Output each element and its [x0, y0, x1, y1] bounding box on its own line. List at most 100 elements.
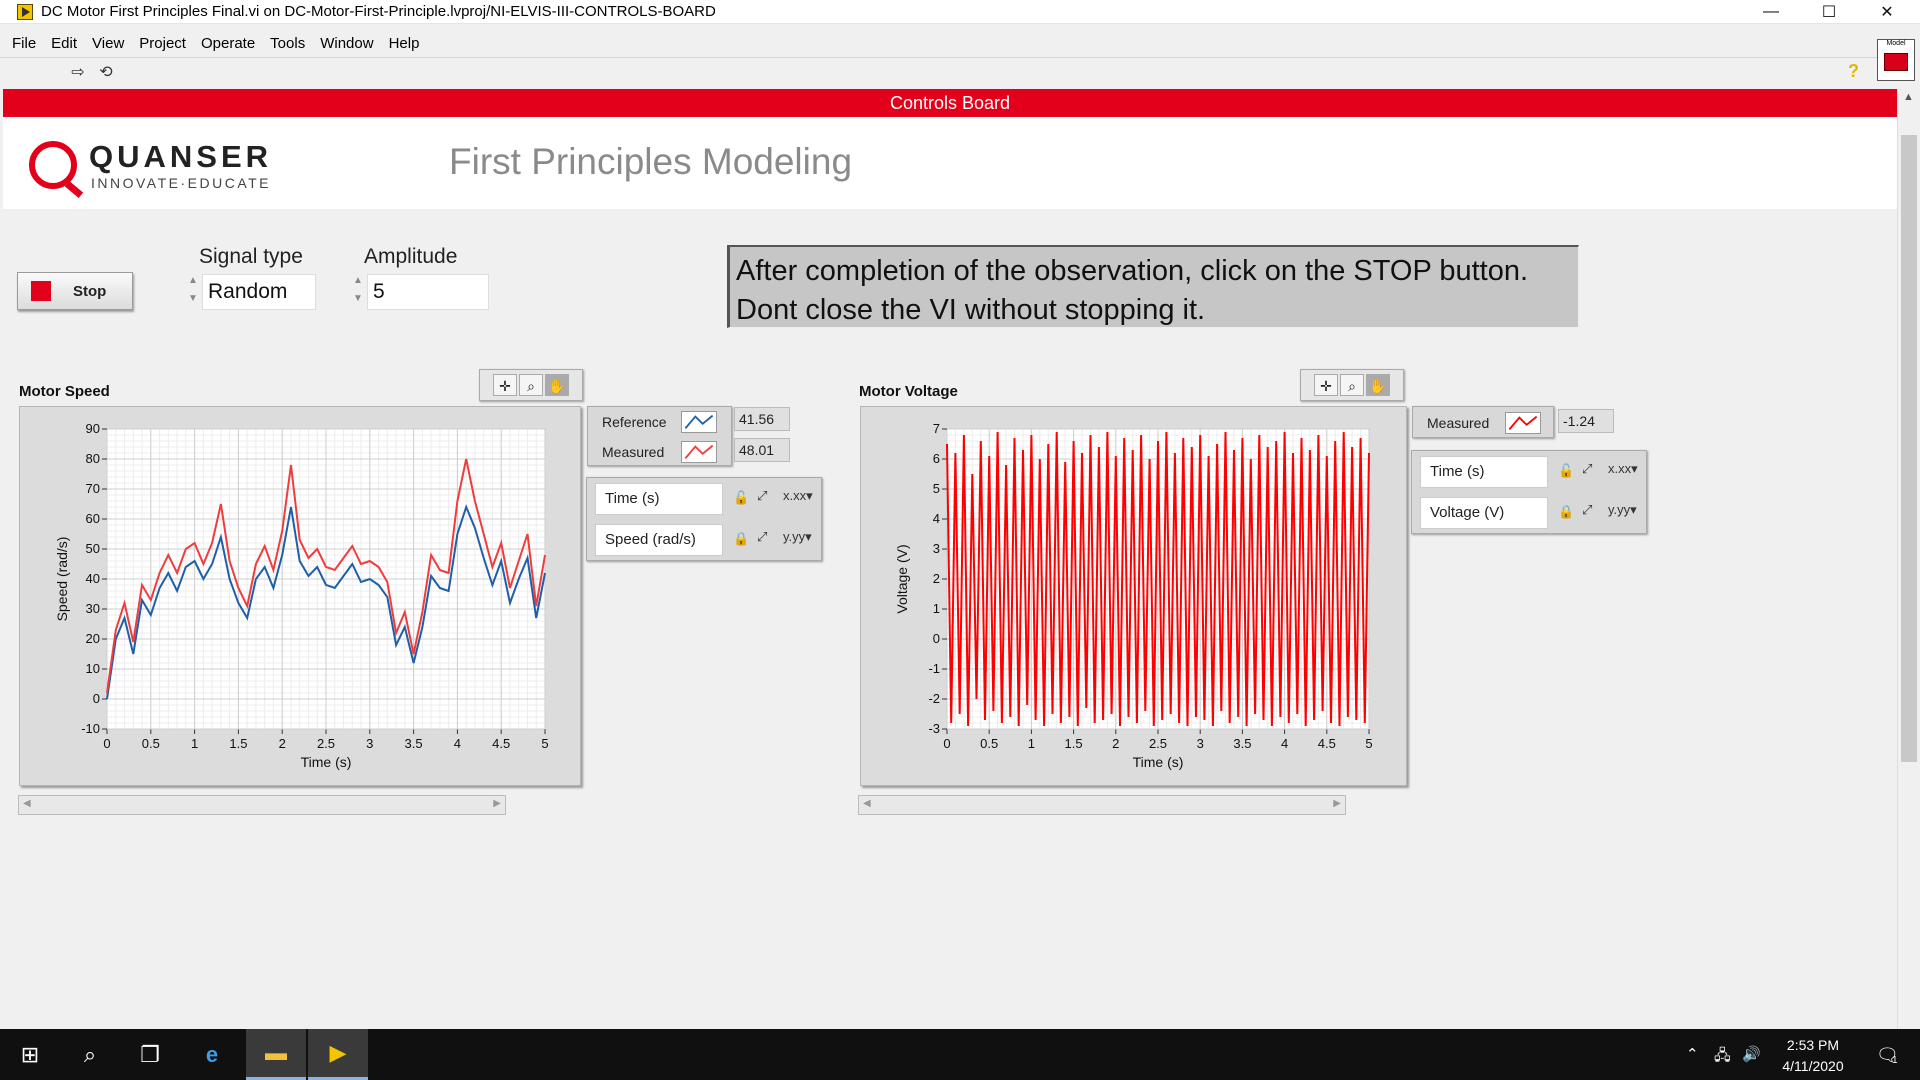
- legend-label: Reference: [602, 414, 667, 430]
- volume-icon[interactable]: 🔊: [1742, 1045, 1761, 1063]
- measured-voltage-value: -1.24: [1558, 409, 1614, 433]
- speed-graph-palette: ✛ ⌕ ✋: [479, 369, 583, 401]
- windows-start-icon[interactable]: ⊞: [0, 1029, 60, 1080]
- motor-voltage-title: Motor Voltage: [859, 383, 958, 400]
- speed-graph-hscroll[interactable]: ◀ ▶: [18, 795, 506, 815]
- zoom-tool-icon[interactable]: ⌕: [1340, 374, 1364, 396]
- close-button[interactable]: ✕: [1858, 0, 1916, 24]
- cursor-tool-icon[interactable]: ✛: [1314, 374, 1338, 396]
- signal-type-label: Signal type: [199, 245, 303, 268]
- amplitude-input[interactable]: 5: [367, 274, 489, 310]
- zoom-tool-icon[interactable]: ⌕: [519, 374, 543, 396]
- x-tick-label: 2.5: [1149, 736, 1167, 751]
- y-tick-label: 0: [93, 691, 100, 706]
- scroll-left-icon[interactable]: ◀: [23, 798, 31, 809]
- y-scale-name[interactable]: Speed (rad/s): [595, 524, 723, 556]
- y-tick-label: 30: [86, 601, 100, 616]
- menu-help[interactable]: Help: [383, 35, 429, 52]
- file-explorer-icon[interactable]: ▬: [246, 1029, 306, 1080]
- x-axis-label: Time (s): [301, 754, 352, 770]
- y-format-icon[interactable]: y.yy▾: [783, 529, 812, 545]
- instructions-box: After completion of the observation, cli…: [727, 245, 1579, 328]
- cursor-tool-icon[interactable]: ✛: [493, 374, 517, 396]
- y-tick-label: 6: [933, 451, 940, 466]
- menu-window[interactable]: Window: [314, 35, 382, 52]
- pan-tool-icon[interactable]: ✋: [1366, 374, 1390, 396]
- x-scale-name[interactable]: Time (s): [1420, 456, 1548, 488]
- y-tick-label: 1: [933, 601, 940, 616]
- x-scale-name[interactable]: Time (s): [595, 483, 723, 515]
- y-autoscale-icon[interactable]: ⤢: [757, 529, 767, 545]
- x-tick-label: 4.5: [1318, 736, 1336, 751]
- motor-speed-plot[interactable]: 0 0.5 1 1.5 2 2.5 3 3.5 4 4.5 5-100102030405060708…: [20, 407, 580, 785]
- network-icon[interactable]: 🖧: [1714, 1045, 1731, 1070]
- quanser-logo: QUANSER INNOVATE·EDUCATE: [29, 137, 299, 197]
- y-scale-lock-icon[interactable]: 🔒: [733, 531, 749, 547]
- x-tick-label: 2: [279, 736, 286, 751]
- y-scale-name[interactable]: Voltage (V): [1420, 497, 1548, 529]
- instructions-line-1: After completion of the observation, cli…: [736, 255, 1529, 287]
- y-autoscale-icon[interactable]: ⤢: [1582, 502, 1592, 518]
- show-hidden-icons-icon[interactable]: ⌃: [1686, 1045, 1699, 1063]
- x-tick-label: 0: [103, 736, 110, 751]
- scroll-right-icon[interactable]: ▶: [1333, 798, 1341, 809]
- x-tick-label: 3.5: [405, 736, 423, 751]
- windows-taskbar: ⊞ ⌕ ❐ e ▬ ▶ ⌃ 🖧 🔊 2:53 PM 4/11/2020 🗨 1: [0, 1029, 1920, 1080]
- scroll-up-icon[interactable]: ▲: [1903, 91, 1914, 103]
- stop-button[interactable]: Stop: [17, 272, 133, 310]
- minimize-button[interactable]: —: [1742, 0, 1800, 24]
- scrollbar-thumb[interactable]: [1901, 135, 1917, 762]
- measured-line-icon: [1505, 412, 1541, 434]
- signal-type-select[interactable]: Random: [202, 274, 316, 310]
- run-continuously-icon[interactable]: ⟲: [96, 64, 116, 82]
- measured-line-icon: [681, 441, 717, 463]
- search-icon[interactable]: ⌕: [60, 1029, 120, 1080]
- labview-taskbar-icon[interactable]: ▶: [308, 1029, 368, 1080]
- maximize-button[interactable]: ☐: [1800, 0, 1858, 24]
- clock-date: 4/11/2020: [1782, 1058, 1844, 1074]
- signal-type-spinner[interactable]: ▲ ▼: [186, 272, 200, 312]
- x-scale-lock-icon[interactable]: 🔓: [733, 490, 749, 506]
- x-format-icon[interactable]: x.xx▾: [783, 488, 813, 504]
- task-view-icon[interactable]: ❐: [120, 1029, 180, 1080]
- internet-explorer-icon[interactable]: e: [182, 1029, 242, 1080]
- vertical-scrollbar[interactable]: ▲: [1897, 89, 1919, 1029]
- x-autoscale-icon[interactable]: ⤢: [757, 488, 767, 504]
- x-tick-label: 2: [1112, 736, 1119, 751]
- menu-file[interactable]: File: [6, 35, 45, 52]
- scroll-right-icon[interactable]: ▶: [493, 798, 501, 809]
- motor-voltage-plot[interactable]: 0 0.5 1 1.5 2 2.5 3 3.5 4 4.5 5 -3 -2 -1 0 1 2 3 4 5 6 7 Time …: [861, 407, 1406, 785]
- x-format-icon[interactable]: x.xx▾: [1608, 461, 1638, 477]
- voltage-graph-hscroll[interactable]: ◀ ▶: [858, 795, 1346, 815]
- x-tick-label: 4: [454, 736, 461, 751]
- y-scale-lock-icon[interactable]: 🔒: [1558, 504, 1574, 520]
- menu-bar: File Edit View Project Operate Tools Win…: [0, 31, 1920, 55]
- measured-speed-value: 48.01: [734, 438, 790, 462]
- scroll-left-icon[interactable]: ◀: [863, 798, 871, 809]
- context-help-icon[interactable]: ?: [1848, 61, 1859, 82]
- x-scale-lock-icon[interactable]: 🔓: [1558, 463, 1574, 479]
- amplitude-spinner[interactable]: ▲ ▼: [351, 272, 365, 312]
- menu-project[interactable]: Project: [133, 35, 195, 52]
- y-axis-label: Speed (rad/s): [54, 537, 70, 622]
- y-format-icon[interactable]: y.yy▾: [1608, 502, 1637, 518]
- x-tick-label: 2.5: [317, 736, 335, 751]
- menu-edit[interactable]: Edit: [45, 35, 86, 52]
- x-tick-label: 1.5: [229, 736, 247, 751]
- y-tick-label: 50: [86, 541, 100, 556]
- menu-operate[interactable]: Operate: [195, 35, 264, 52]
- legend-row-reference[interactable]: Reference: [588, 407, 731, 437]
- legend-row-measured[interactable]: Measured: [1413, 408, 1553, 438]
- logo-tagline: INNOVATE·EDUCATE: [91, 175, 272, 191]
- y-tick-label: 80: [86, 451, 100, 466]
- x-tick-label: 3: [366, 736, 373, 751]
- x-autoscale-icon[interactable]: ⤢: [1582, 461, 1592, 477]
- window-titlebar: DC Motor First Principles Final.vi on DC…: [0, 0, 1920, 24]
- menu-tools[interactable]: Tools: [264, 35, 314, 52]
- run-arrow-icon[interactable]: ⇨: [68, 64, 88, 82]
- pan-tool-icon[interactable]: ✋: [545, 374, 569, 396]
- taskbar-clock[interactable]: 2:53 PM 4/11/2020: [1765, 1035, 1861, 1077]
- legend-row-measured[interactable]: Measured: [588, 437, 731, 467]
- voltage-scale-legend: Time (s) 🔓 ⤢ x.xx▾ Voltage (V) 🔒 ⤢ y.yy▾: [1411, 450, 1647, 534]
- menu-view[interactable]: View: [86, 35, 133, 52]
